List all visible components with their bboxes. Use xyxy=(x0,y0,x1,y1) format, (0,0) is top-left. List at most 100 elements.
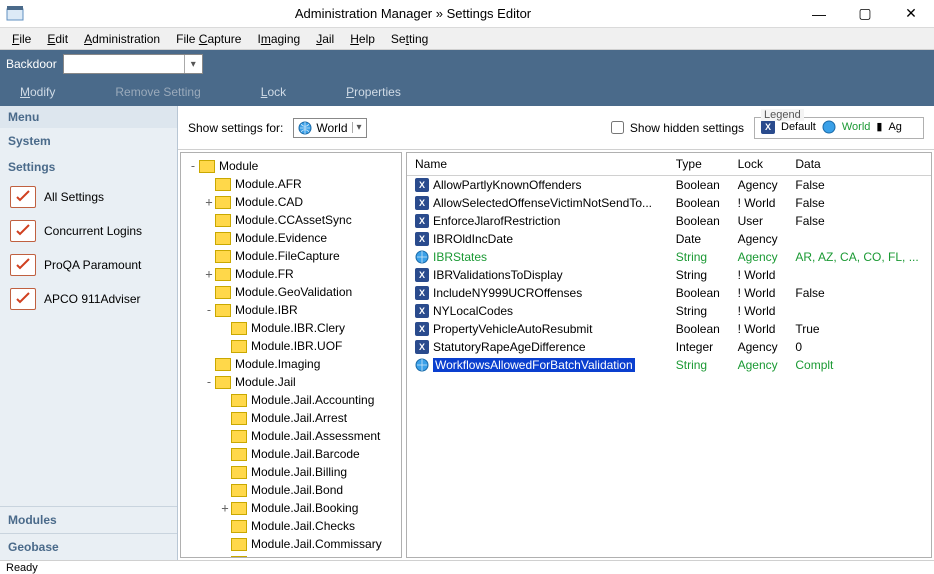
col-data[interactable]: Data xyxy=(787,153,931,176)
left-nav-settings[interactable]: Settings xyxy=(0,154,177,180)
expand-icon[interactable]: + xyxy=(219,501,231,515)
tree-node[interactable]: Module.Jail.Assessment xyxy=(183,427,399,445)
tree-node[interactable]: Module.Jail.Checks xyxy=(183,517,399,535)
table-row[interactable]: XNYLocalCodesString! World xyxy=(407,302,931,320)
setting-type: Boolean xyxy=(668,176,730,195)
app-icon xyxy=(6,5,24,23)
tree-node[interactable]: Module.GeoValidation xyxy=(183,283,399,301)
table-row[interactable]: XIncludeNY999UCROffensesBoolean! WorldFa… xyxy=(407,284,931,302)
left-nav-modules[interactable]: Modules xyxy=(0,506,177,533)
tree-node[interactable]: - Module.Jail xyxy=(183,373,399,391)
col-type[interactable]: Type xyxy=(668,153,730,176)
table-row[interactable]: XIBROldIncDateDateAgency xyxy=(407,230,931,248)
tree-node[interactable]: +Module.CAD xyxy=(183,193,399,211)
setting-data: False xyxy=(787,194,931,212)
tree-node[interactable]: Module.Imaging xyxy=(183,355,399,373)
default-icon: X xyxy=(415,232,429,246)
tree-node-label: Module.Jail.Assessment xyxy=(251,429,380,443)
tree-node[interactable]: Module.Jail.Billing xyxy=(183,463,399,481)
tree-node[interactable]: Module.Jail.Accounting xyxy=(183,391,399,409)
tree-node[interactable]: Module.Evidence xyxy=(183,229,399,247)
menu-jail[interactable]: Jail xyxy=(310,32,340,46)
table-row[interactable]: XPropertyVehicleAutoResubmitBoolean! Wor… xyxy=(407,320,931,338)
tree-node[interactable]: -Module xyxy=(183,157,399,175)
table-row[interactable]: IBRStatesStringAgencyAR, AZ, CA, CO, FL,… xyxy=(407,248,931,266)
expand-icon[interactable]: + xyxy=(203,195,215,209)
show-hidden-checkbox[interactable]: Show hidden settings xyxy=(611,121,744,135)
menu-file[interactable]: File xyxy=(6,32,37,46)
default-icon: X xyxy=(415,214,429,228)
tree-node-label: Module.Jail.Checks xyxy=(251,519,355,533)
setting-name: EnforceJlarofRestriction xyxy=(433,214,560,228)
globe-icon xyxy=(822,120,836,134)
settings-table-panel[interactable]: Name Type Lock Data XAllowPartlyKnownOff… xyxy=(406,152,932,558)
tree-node[interactable]: +Module.FR xyxy=(183,265,399,283)
collapse-icon[interactable]: - xyxy=(203,303,215,317)
col-lock[interactable]: Lock xyxy=(730,153,788,176)
minimize-button[interactable]: — xyxy=(796,0,842,28)
collapse-icon[interactable]: - xyxy=(203,375,215,389)
setting-type: String xyxy=(668,302,730,320)
tree-node[interactable]: Module.Jail.Bond xyxy=(183,481,399,499)
menu-imaging[interactable]: Imaging xyxy=(251,32,306,46)
setting-data: False xyxy=(787,212,931,230)
col-name[interactable]: Name xyxy=(407,153,668,176)
maximize-button[interactable]: ▢ xyxy=(842,0,888,28)
table-row[interactable]: XAllowSelectedOffenseVictimNotSendTo...B… xyxy=(407,194,931,212)
table-row[interactable]: XStatutoryRapeAgeDifferenceIntegerAgency… xyxy=(407,338,931,356)
folder-icon xyxy=(231,466,247,479)
tree-node[interactable]: Module.Jail.Barcode xyxy=(183,445,399,463)
module-tree-panel[interactable]: -ModuleModule.AFR+Module.CADModule.CCAss… xyxy=(180,152,402,558)
tree-node[interactable]: Module.IBR.Clery xyxy=(183,319,399,337)
backdoor-combo[interactable]: ▾ xyxy=(63,54,203,74)
folder-icon xyxy=(231,556,247,559)
collapse-icon[interactable]: - xyxy=(187,159,199,173)
left-nav-item[interactable]: Concurrent Logins xyxy=(0,214,177,248)
tree-node[interactable]: Module.FileCapture xyxy=(183,247,399,265)
left-nav-item[interactable]: All Settings xyxy=(0,180,177,214)
remove-setting-action[interactable]: Remove Setting xyxy=(115,85,200,99)
setting-type: String xyxy=(668,248,730,266)
scope-combo[interactable]: World ▾ xyxy=(293,118,366,138)
menu-edit[interactable]: Edit xyxy=(41,32,74,46)
setting-name: NYLocalCodes xyxy=(433,304,513,318)
lock-action[interactable]: Lock xyxy=(261,85,286,99)
modify-action[interactable]: Modify xyxy=(20,85,55,99)
left-nav-item[interactable]: APCO 911Adviser xyxy=(0,282,177,316)
setting-lock: Agency xyxy=(730,356,788,374)
left-nav-system[interactable]: System xyxy=(0,128,177,154)
expand-icon[interactable]: + xyxy=(203,267,215,281)
backdoor-toolbar: Backdoor ▾ xyxy=(0,50,934,78)
show-hidden-input[interactable] xyxy=(611,121,624,134)
tree-node[interactable]: Module.AFR xyxy=(183,175,399,193)
tree-node[interactable]: Module.Jail.Commissary xyxy=(183,535,399,553)
close-button[interactable]: ✕ xyxy=(888,0,934,28)
left-nav-geobase[interactable]: Geobase xyxy=(0,533,177,560)
menu-file-capture[interactable]: File Capture xyxy=(170,32,247,46)
setting-name: IncludeNY999UCROffenses xyxy=(433,286,582,300)
folder-icon xyxy=(231,520,247,533)
tree-node[interactable]: Module.Jail.Arrest xyxy=(183,409,399,427)
tree-node[interactable]: Module.IBR.UOF xyxy=(183,337,399,355)
menu-administration[interactable]: Administration xyxy=(78,32,166,46)
tree-node[interactable]: +Module.Jail.Booking xyxy=(183,499,399,517)
properties-action[interactable]: Properties xyxy=(346,85,401,99)
menu-setting[interactable]: Setting xyxy=(385,32,434,46)
tree-node[interactable]: -Module.IBR xyxy=(183,301,399,319)
menu-help[interactable]: Help xyxy=(344,32,381,46)
chevron-down-icon: ▾ xyxy=(184,55,202,73)
tree-node-label: Module.Jail xyxy=(235,375,296,389)
default-icon: X xyxy=(415,178,429,192)
setting-lock: ! World xyxy=(730,320,788,338)
tree-node-label: Module.GeoValidation xyxy=(235,285,352,299)
setting-name: IBRStates xyxy=(433,250,487,264)
table-row[interactable]: XIBRValidationsToDisplayString! World xyxy=(407,266,931,284)
tree-node[interactable]: Module.Jail.Discipline xyxy=(183,553,399,558)
setting-data: 0 xyxy=(787,338,931,356)
table-row[interactable]: XEnforceJlarofRestrictionBooleanUserFals… xyxy=(407,212,931,230)
tree-node[interactable]: Module.CCAssetSync xyxy=(183,211,399,229)
table-row[interactable]: WorkflowsAllowedForBatchValidationString… xyxy=(407,356,931,374)
left-nav-item[interactable]: ProQA Paramount xyxy=(0,248,177,282)
table-row[interactable]: XAllowPartlyKnownOffendersBooleanAgencyF… xyxy=(407,176,931,195)
tree-node-label: Module.IBR.UOF xyxy=(251,339,342,353)
